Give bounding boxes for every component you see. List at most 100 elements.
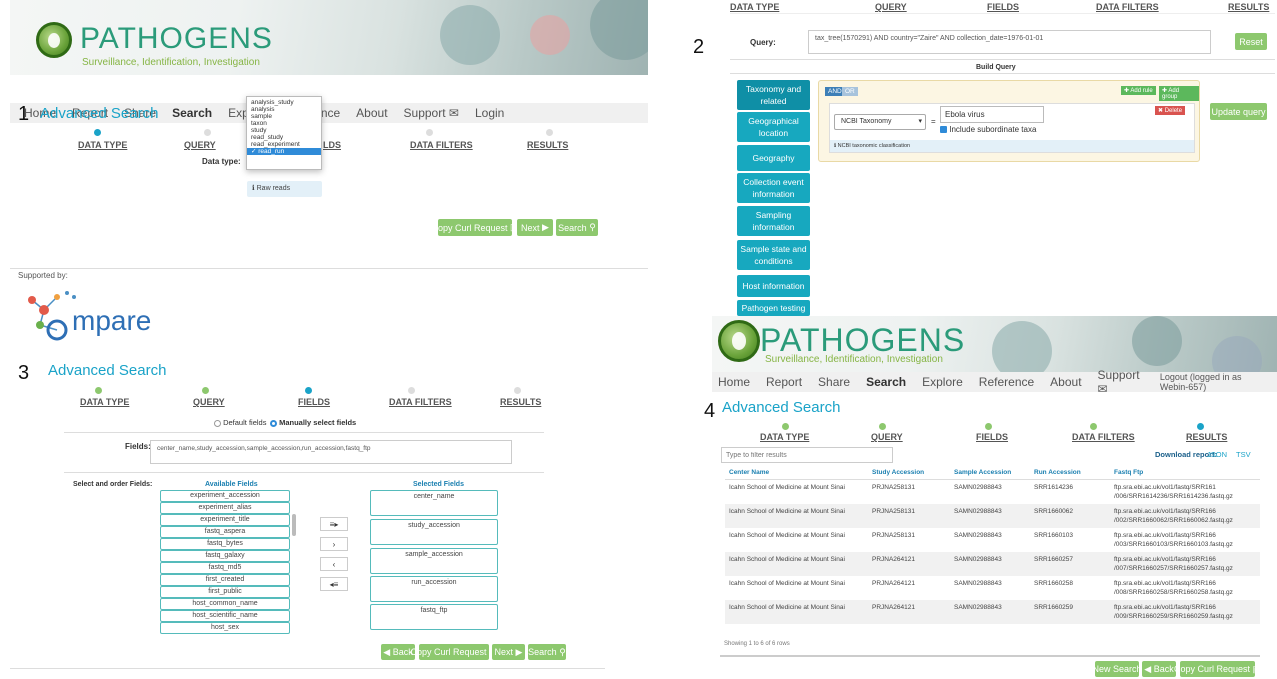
step-data-type[interactable]: DATA TYPE bbox=[760, 432, 809, 442]
copy-curl-button[interactable]: Copy Curl Request ▣ bbox=[431, 219, 519, 236]
nav-explore[interactable]: Explore bbox=[914, 375, 971, 389]
back-button[interactable]: ◀ Back bbox=[1142, 661, 1176, 677]
field-select[interactable]: NCBI Taxonomy ▾ bbox=[834, 114, 926, 130]
nav-about[interactable]: About bbox=[1042, 375, 1089, 389]
nav-share[interactable]: Share bbox=[810, 375, 858, 389]
default-fields-radio[interactable]: Default fields bbox=[214, 418, 266, 427]
available-field[interactable]: experiment_title bbox=[160, 514, 290, 526]
search-button[interactable]: Search ⚲ bbox=[528, 644, 566, 660]
available-field[interactable]: experiment_alias bbox=[160, 502, 290, 514]
available-field[interactable]: fastq_galaxy bbox=[160, 550, 290, 562]
pathogens-logo[interactable] bbox=[36, 22, 72, 58]
available-fields-list[interactable]: experiment_accession experiment_alias ex… bbox=[160, 490, 297, 635]
column-header[interactable]: Run Accession bbox=[1030, 466, 1110, 480]
nav-support[interactable]: Support ✉ bbox=[1090, 368, 1152, 396]
move-all-left-button[interactable]: ◂≡ bbox=[320, 577, 348, 591]
filter-results-input[interactable] bbox=[721, 447, 893, 463]
pathogens-logo-2[interactable] bbox=[718, 320, 760, 362]
column-header[interactable]: Center Name bbox=[725, 466, 868, 480]
step-data-filters[interactable]: DATA FILTERS bbox=[389, 397, 452, 407]
cell-ftp[interactable]: ftp.sra.ebi.ac.uk/vol1/fastq/SRR166/003/… bbox=[1110, 528, 1260, 552]
step-fields[interactable]: FIELDS bbox=[298, 397, 330, 407]
option[interactable]: read_experiment bbox=[247, 141, 321, 148]
step-data-type[interactable]: DATA TYPE bbox=[80, 397, 129, 407]
step-data-type[interactable]: DATA TYPE bbox=[730, 2, 779, 12]
nav-logout[interactable]: Logout (logged in as Webin-657) bbox=[1152, 372, 1277, 392]
column-header[interactable]: Study Accession bbox=[868, 466, 950, 480]
or-button[interactable]: OR bbox=[842, 87, 858, 96]
selected-field[interactable]: fastq_ftp bbox=[370, 604, 498, 630]
manual-fields-radio[interactable]: Manually select fields bbox=[270, 418, 356, 427]
option-selected[interactable]: ✓ read_run bbox=[247, 148, 321, 155]
nav-about[interactable]: About bbox=[348, 106, 395, 120]
available-field[interactable]: host_common_name bbox=[160, 598, 290, 610]
copy-curl-button[interactable]: Copy Curl Request ▣ bbox=[410, 644, 498, 660]
include-subordinate-checkbox[interactable]: Include subordinate taxa bbox=[940, 125, 1036, 134]
step-fields[interactable]: FIELDS bbox=[987, 2, 1019, 12]
query-textarea[interactable]: tax_tree(1570291) AND country="Zaire" AN… bbox=[808, 30, 1211, 54]
step-results[interactable]: RESULTS bbox=[1228, 2, 1269, 12]
step-data-filters[interactable]: DATA FILTERS bbox=[410, 140, 473, 150]
available-field[interactable]: host_sex bbox=[160, 622, 290, 634]
step-fields[interactable]: LDS bbox=[323, 140, 341, 150]
nav-reference[interactable]: Reference bbox=[971, 375, 1042, 389]
next-button[interactable]: Next ▶ bbox=[517, 219, 553, 236]
step-query[interactable]: QUERY bbox=[184, 140, 216, 150]
category-collection-event[interactable]: Collection event information bbox=[737, 173, 810, 203]
download-tsv-link[interactable]: TSV bbox=[1236, 450, 1251, 459]
available-field[interactable]: fastq_aspera bbox=[160, 526, 290, 538]
category-sampling[interactable]: Sampling information bbox=[737, 206, 810, 236]
option[interactable]: analysis_study bbox=[247, 99, 321, 106]
move-left-button[interactable]: ‹ bbox=[320, 557, 348, 571]
step-results[interactable]: RESULTS bbox=[1186, 432, 1227, 442]
copy-curl-button[interactable]: Copy Curl Request ▣ bbox=[1174, 661, 1261, 677]
category-taxonomy[interactable]: Taxonomy and related bbox=[737, 80, 810, 110]
step-fields[interactable]: FIELDS bbox=[976, 432, 1008, 442]
add-rule-button[interactable]: ✚ Add rule bbox=[1121, 86, 1156, 95]
step-query[interactable]: QUERY bbox=[871, 432, 903, 442]
step-data-type[interactable]: DATA TYPE bbox=[78, 140, 127, 150]
download-json-link[interactable]: JSON bbox=[1207, 450, 1227, 459]
category-host[interactable]: Host information bbox=[737, 275, 810, 297]
column-header[interactable]: Fastq Ftp bbox=[1110, 466, 1260, 480]
available-field[interactable]: host_scientific_name bbox=[160, 610, 290, 622]
option[interactable]: study bbox=[247, 127, 321, 134]
nav-search[interactable]: Search bbox=[164, 106, 220, 120]
selected-field[interactable]: run_accession bbox=[370, 576, 498, 602]
nav-support[interactable]: Support ✉ bbox=[396, 106, 467, 120]
option[interactable]: analysis bbox=[247, 106, 321, 113]
move-all-right-button[interactable]: ≡▸ bbox=[320, 517, 348, 531]
step-query[interactable]: QUERY bbox=[875, 2, 907, 12]
value-input[interactable]: Ebola virus bbox=[940, 106, 1044, 123]
selected-field[interactable]: sample_accession bbox=[370, 548, 498, 574]
nav-search[interactable]: Search bbox=[858, 375, 914, 389]
option[interactable]: read_study bbox=[247, 134, 321, 141]
available-field[interactable]: experiment_accession bbox=[160, 490, 290, 502]
reset-button[interactable]: Reset bbox=[1235, 33, 1267, 50]
next-button[interactable]: Next ▶ bbox=[492, 644, 525, 660]
category-geo-location[interactable]: Geographical location bbox=[737, 112, 810, 142]
cell-ftp[interactable]: ftp.sra.ebi.ac.uk/vol1/fastq/SRR161/006/… bbox=[1110, 480, 1260, 505]
available-field[interactable]: first_created bbox=[160, 574, 290, 586]
move-right-button[interactable]: › bbox=[320, 537, 348, 551]
category-sample-state[interactable]: Sample state and conditions bbox=[737, 240, 810, 270]
new-search-button[interactable]: New Search bbox=[1092, 661, 1142, 677]
cell-ftp[interactable]: ftp.sra.ebi.ac.uk/vol1/fastq/SRR166/009/… bbox=[1110, 600, 1260, 624]
option[interactable]: sample bbox=[247, 113, 321, 120]
data-type-dropdown[interactable]: analysis_study analysis sample taxon stu… bbox=[246, 96, 322, 170]
cell-ftp[interactable]: ftp.sra.ebi.ac.uk/vol1/fastq/SRR166/002/… bbox=[1110, 504, 1260, 528]
available-field[interactable]: fastq_bytes bbox=[160, 538, 290, 550]
delete-rule-button[interactable]: ✖ Delete bbox=[1155, 106, 1186, 115]
selected-field[interactable]: center_name bbox=[370, 490, 498, 516]
cell-ftp[interactable]: ftp.sra.ebi.ac.uk/vol1/fastq/SRR166/007/… bbox=[1110, 552, 1260, 576]
update-query-button[interactable]: Update query bbox=[1210, 103, 1267, 120]
step-results[interactable]: RESULTS bbox=[500, 397, 541, 407]
available-field[interactable]: first_public bbox=[160, 586, 290, 598]
search-button[interactable]: Search ⚲ bbox=[556, 219, 598, 236]
step-data-filters[interactable]: DATA FILTERS bbox=[1096, 2, 1159, 12]
step-data-filters[interactable]: DATA FILTERS bbox=[1072, 432, 1135, 442]
nav-login[interactable]: Login bbox=[467, 106, 512, 120]
scrollbar[interactable] bbox=[292, 514, 296, 536]
option[interactable]: taxon bbox=[247, 120, 321, 127]
available-field[interactable]: fastq_md5 bbox=[160, 562, 290, 574]
